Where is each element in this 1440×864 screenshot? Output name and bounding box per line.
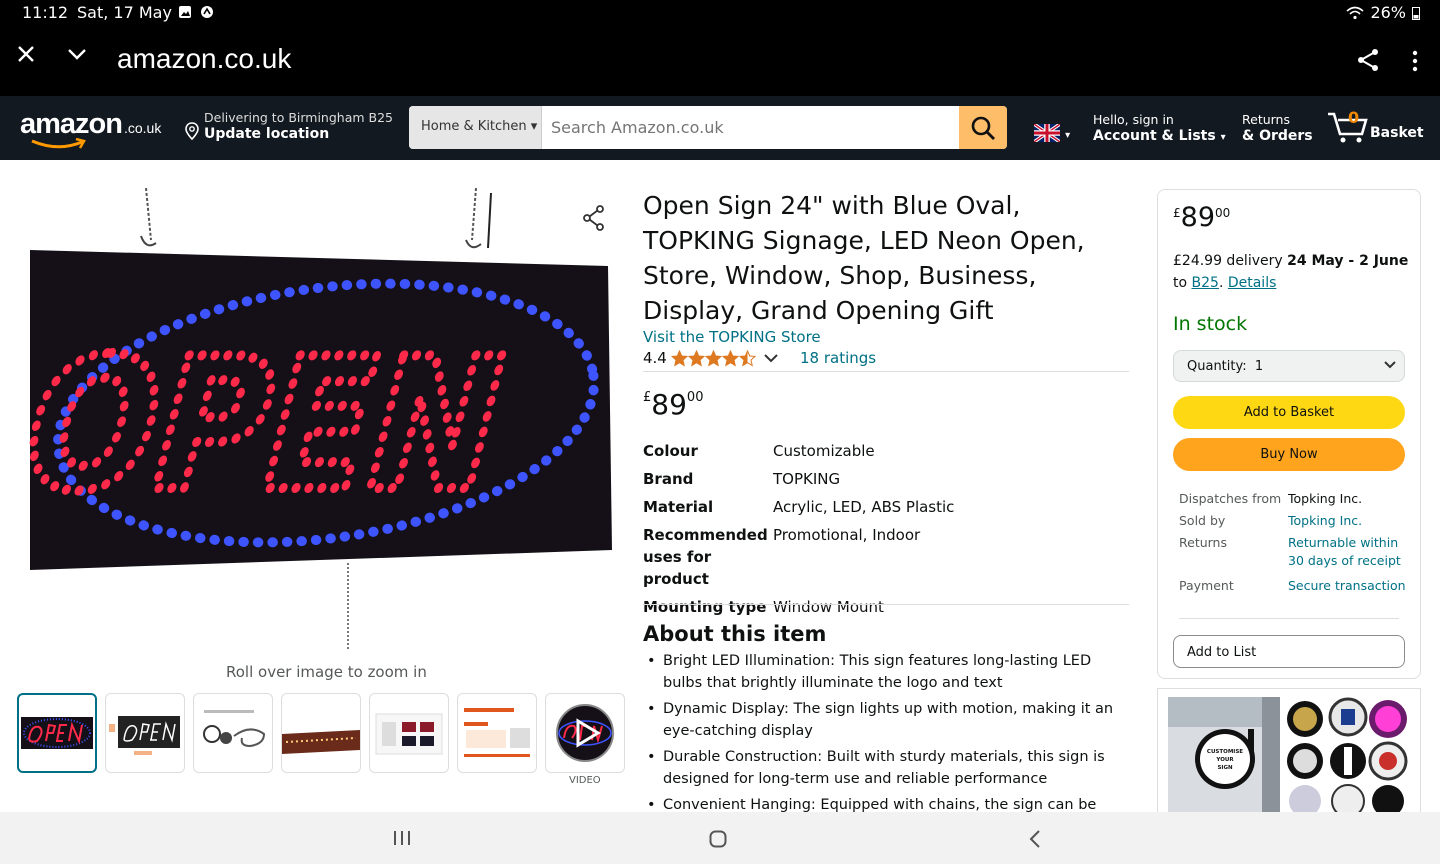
wifi-icon — [1346, 6, 1364, 19]
recent-apps-icon[interactable] — [393, 830, 411, 846]
product-page: OPEN Roll over image to zoom in VIDEO Op… — [0, 160, 1440, 835]
divider — [1179, 618, 1399, 619]
more-options-icon[interactable] — [1410, 50, 1420, 72]
spec-row: Material Acrylic, LED, ABS Plastic — [643, 498, 955, 516]
caret-down-icon: ▾ — [1220, 132, 1226, 143]
details-link[interactable]: Details — [1228, 275, 1277, 291]
rating-summary[interactable]: 4.4 — [643, 349, 779, 367]
home-icon[interactable] — [709, 830, 727, 848]
video-label: VIDEO — [569, 775, 601, 786]
postcode-link[interactable]: B25 — [1192, 275, 1219, 291]
search-button[interactable] — [959, 106, 1007, 149]
spec-row: Brand TOPKING — [643, 470, 841, 488]
star-rating-icon — [670, 349, 757, 367]
quantity-select[interactable]: Quantity: 1 — [1173, 350, 1405, 382]
thumbnail-video[interactable] — [545, 693, 625, 773]
search-bar: Home & Kitchen ▾ — [409, 106, 1007, 149]
browser-url[interactable]: amazon.co.uk — [117, 43, 291, 75]
store-link[interactable]: Visit the TOPKING Store — [643, 328, 821, 346]
gallery-icon — [179, 6, 191, 18]
product-specs: Colour Customizable Brand TOPKING Material… — [643, 440, 1129, 624]
spec-row: Recommended uses for product Promotional,… — [643, 526, 921, 588]
product-main-image[interactable]: OPEN — [26, 188, 616, 654]
seller-link[interactable]: Topking Inc. — [1288, 512, 1414, 530]
thumbnail-1[interactable] — [17, 693, 97, 773]
stock-status: In stock — [1173, 313, 1248, 335]
language-selector[interactable]: ▾ — [1033, 122, 1071, 146]
amazon-logo[interactable]: amazon .co.uk — [20, 108, 170, 149]
share-icon[interactable] — [582, 205, 606, 231]
thumbnail-strip — [17, 693, 633, 773]
returns-orders[interactable]: Returns & Orders — [1242, 112, 1313, 144]
thumbnail-4[interactable] — [281, 693, 361, 773]
amazon-header: amazon .co.uk Delivering to Birmingham B2… — [0, 96, 1440, 160]
zoom-hint: Roll over image to zoom in — [226, 663, 427, 681]
list-item: Dynamic Display: The sign lights up with… — [643, 698, 1129, 742]
buy-box: £8900 £24.99 delivery 24 May - 2 June to… — [1157, 189, 1421, 679]
ad-sign-text: CUSTOMISE — [1207, 749, 1243, 755]
divider — [643, 371, 1129, 372]
chevron-down-icon[interactable] — [763, 352, 779, 364]
buy-now-button[interactable]: Buy Now — [1173, 438, 1405, 471]
close-tab-icon[interactable] — [16, 44, 36, 64]
chevron-down-icon — [1384, 361, 1396, 369]
status-time: 11:12 — [22, 3, 69, 22]
svg-text:YOUR: YOUR — [1215, 757, 1234, 763]
svg-text:SIGN: SIGN — [1217, 765, 1233, 771]
search-input[interactable] — [542, 106, 959, 149]
sponsored-ad[interactable]: CUSTOMISE YOUR SIGN — [1157, 688, 1421, 818]
browser-bar: amazon.co.uk — [0, 26, 1440, 96]
sync-icon — [201, 6, 213, 18]
spec-row: Mounting type Window Mount — [643, 598, 884, 616]
battery-icon — [1412, 6, 1420, 20]
thumbnail-2[interactable] — [105, 693, 185, 773]
basket-label: Basket — [1370, 125, 1424, 141]
thumbnail-6[interactable] — [457, 693, 537, 773]
product-title: Open Sign 24" with Blue Oval, TOPKING Si… — [643, 191, 1085, 325]
status-date: Sat, 17 May — [77, 3, 172, 22]
thumbnail-5[interactable] — [369, 693, 449, 773]
status-bar: 11:12 Sat, 17 May 26% — [0, 0, 1440, 26]
account-menu[interactable]: Hello, sign in Account & Lists ▾ — [1093, 112, 1226, 144]
add-to-basket-button[interactable]: Add to Basket — [1173, 396, 1405, 429]
basket-count: 0 — [1348, 108, 1360, 127]
list-item: Bright LED Illumination: This sign featu… — [643, 650, 1129, 694]
caret-down-icon: ▾ — [530, 119, 538, 134]
about-heading: About this item — [643, 622, 827, 646]
chevron-down-icon[interactable] — [66, 44, 88, 64]
thumbnail-3[interactable] — [193, 693, 273, 773]
spec-row: Colour Customizable — [643, 442, 875, 460]
caret-down-icon: ▾ — [1065, 130, 1071, 141]
divider — [643, 604, 1129, 605]
list-item: Durable Construction: Built with sturdy … — [643, 746, 1129, 790]
seller-info: Dispatches from Topking Inc. Sold by Topki… — [1179, 490, 1414, 599]
battery-percent: 26% — [1370, 3, 1406, 22]
search-category-select[interactable]: Home & Kitchen ▾ — [409, 106, 542, 149]
add-to-list-button[interactable]: Add to List — [1173, 635, 1405, 668]
back-icon[interactable] — [1028, 830, 1042, 848]
delivery-info: £24.99 delivery 24 May - 2 June to B25. … — [1173, 253, 1409, 291]
basket-button[interactable]: 0 Basket — [1326, 108, 1436, 148]
search-icon — [971, 116, 995, 140]
payment-link[interactable]: Secure transaction — [1288, 577, 1414, 595]
ratings-count-link[interactable]: 18 ratings — [800, 349, 876, 367]
share-icon[interactable] — [1356, 48, 1380, 72]
uk-flag-icon — [1033, 122, 1061, 144]
buybox-price: £8900 — [1173, 202, 1231, 233]
open-sign-text: OPEN — [26, 319, 525, 532]
smile-arrow-icon — [31, 138, 86, 149]
system-nav-bar — [0, 812, 1440, 864]
location-pin-icon — [185, 122, 199, 140]
returns-link[interactable]: Returnable within 30 days of receipt — [1288, 534, 1414, 570]
product-price: £8900 — [643, 388, 704, 421]
notification-icons — [178, 5, 214, 19]
